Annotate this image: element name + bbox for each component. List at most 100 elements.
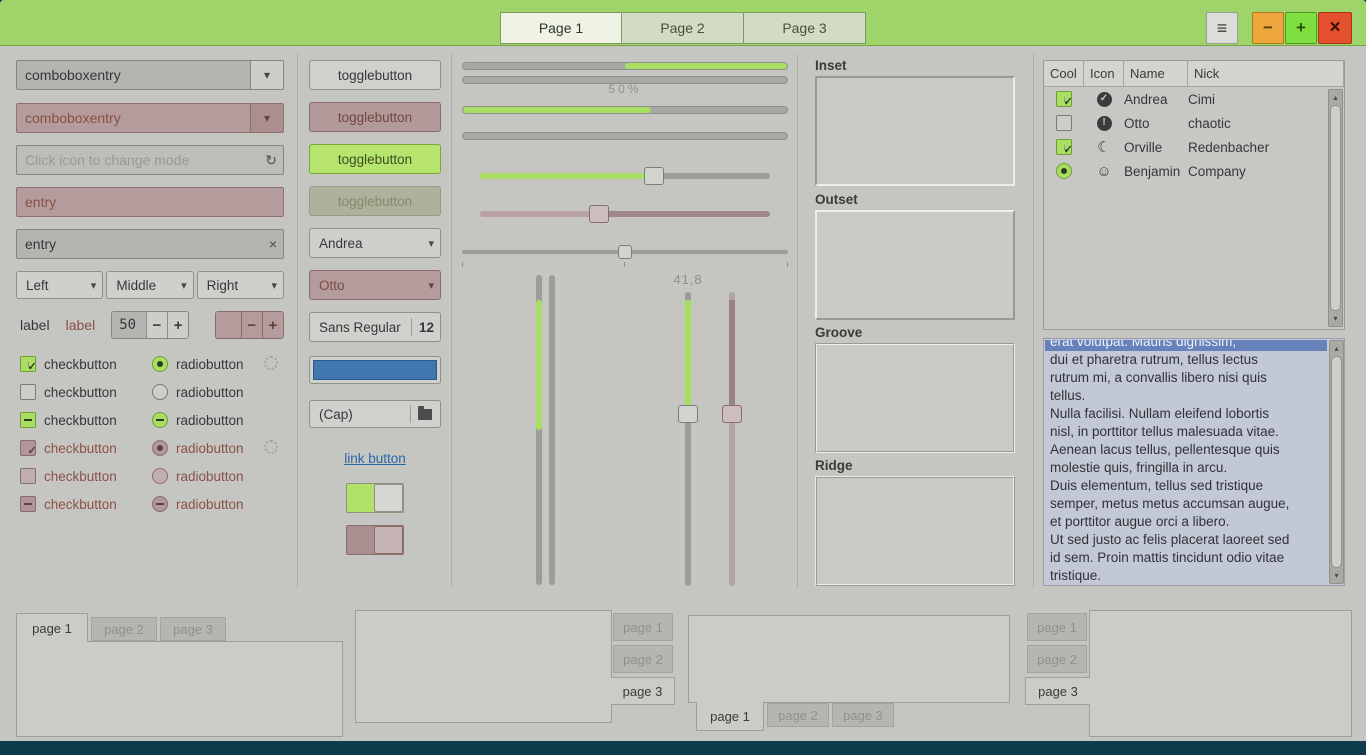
tab-page-3[interactable]: Page 3 <box>744 12 866 44</box>
checkbox-mixed[interactable] <box>20 412 36 428</box>
label-spin-row: label label 50 − + − + <box>16 311 284 339</box>
radio-checked[interactable] <box>152 356 168 372</box>
combobox-name[interactable]: Andrea ▾ <box>309 228 441 258</box>
vscale-rose <box>719 292 745 586</box>
scrollbar-thumb[interactable] <box>1330 105 1341 311</box>
hscale-marks[interactable] <box>462 242 788 262</box>
togglebutton-pressed[interactable]: togglebutton <box>309 102 441 132</box>
spinbutton-rose-value[interactable] <box>216 312 240 338</box>
clear-icon[interactable]: × <box>269 236 277 252</box>
close-button[interactable]: × <box>1318 12 1352 44</box>
file-chooser-button[interactable]: (Cap) <box>309 400 441 428</box>
togglebutton-normal[interactable]: togglebutton <box>309 60 441 90</box>
checkbutton-label: checkbutton <box>44 357 144 372</box>
frames-column: Inset Outset Groove Ridge <box>805 46 1033 596</box>
treeview: Cool Icon Name Nick ✓ ✓ Andrea Cimi ! Ot… <box>1043 60 1345 330</box>
font-button[interactable]: Sans Regular 12 <box>309 312 441 342</box>
mode-entry-input[interactable] <box>25 152 259 168</box>
combobox-middle[interactable]: Middle ▾ <box>106 271 193 299</box>
combobox-right[interactable]: Right ▾ <box>197 271 284 299</box>
progress-percent-label: 50% <box>460 82 790 96</box>
switch-handle[interactable] <box>374 484 403 512</box>
tab-page-2[interactable]: Page 2 <box>622 12 744 44</box>
position-combo-row: Left ▾ Middle ▾ Right ▾ <box>16 271 284 301</box>
switch-on[interactable] <box>346 483 404 513</box>
textview[interactable]: erat volutpat. Mauris dignissim, dui et … <box>1043 338 1345 586</box>
notebook-tab[interactable]: page 3 <box>1025 677 1090 705</box>
column-header-name[interactable]: Name <box>1124 61 1188 87</box>
checkbox-checked[interactable]: ✓ <box>1056 91 1072 107</box>
page-1-content: ▾ ▾ ↻ × <box>0 46 1366 596</box>
entries-column: ▾ ▾ ↻ × <box>16 46 284 596</box>
togglebutton-active[interactable]: togglebutton <box>309 144 441 174</box>
comboboxentry-dropdown-button[interactable]: ▾ <box>250 60 284 90</box>
scroll-down-icon[interactable]: ▾ <box>1330 569 1343 582</box>
spin-minus-button[interactable]: − <box>241 312 262 338</box>
checkbox-unchecked[interactable] <box>20 384 36 400</box>
checkbox-unchecked[interactable] <box>1056 115 1072 131</box>
clearable-entry-input[interactable] <box>25 236 263 252</box>
combobox-value: Right <box>207 278 268 293</box>
notebook-tab[interactable]: page 2 <box>613 645 673 673</box>
notebook-tab[interactable]: page 1 <box>696 702 764 731</box>
notebook-tab[interactable]: page 2 <box>767 703 829 727</box>
tree-scrollbar[interactable]: ▴ ▾ <box>1328 89 1343 327</box>
scale-handle[interactable] <box>618 245 632 259</box>
textview-body[interactable]: erat volutpat. Mauris dignissim, dui et … <box>1045 340 1327 584</box>
radio-unchecked[interactable] <box>152 384 168 400</box>
spin-minus-button[interactable]: − <box>146 312 167 338</box>
radio-checked[interactable] <box>1056 163 1072 179</box>
notebook-tab[interactable]: page 2 <box>1027 645 1087 673</box>
table-row[interactable]: ☺ Benjamin Company <box>1044 159 1344 183</box>
notebook-tab[interactable]: page 1 <box>1027 613 1087 641</box>
column-header-icon[interactable]: Icon <box>1084 61 1124 87</box>
table-row[interactable]: ! Otto chaotic <box>1044 111 1344 135</box>
notebook-tab[interactable]: page 3 <box>160 617 226 641</box>
text-scrollbar[interactable]: ▴ ▾ <box>1329 340 1344 584</box>
column-header-cool[interactable]: Cool <box>1044 61 1084 87</box>
scale-mark <box>462 262 463 267</box>
scroll-up-icon[interactable]: ▴ <box>1330 342 1343 355</box>
titlebar[interactable]: Page 1 Page 2 Page 3 ≡ − + × <box>0 0 1366 46</box>
notebook-tab[interactable]: page 2 <box>91 617 157 641</box>
scroll-down-icon[interactable]: ▾ <box>1329 312 1342 325</box>
notebook-tab[interactable]: page 3 <box>611 677 675 705</box>
cell-name: Otto <box>1124 116 1188 131</box>
progressbar-empty <box>462 132 788 140</box>
minimize-icon: − <box>1263 18 1273 38</box>
spinbutton-value[interactable]: 50 <box>112 312 146 338</box>
refresh-icon[interactable]: ↻ <box>265 152 277 169</box>
comboboxentry-rose-dropdown-button[interactable]: ▾ <box>250 103 284 133</box>
comboboxentry-rose-input[interactable] <box>25 110 244 126</box>
menu-button[interactable]: ≡ <box>1206 12 1238 44</box>
hscale-green[interactable] <box>480 166 770 186</box>
minimize-button[interactable]: − <box>1252 12 1284 44</box>
scale-handle[interactable] <box>644 167 664 185</box>
scale-handle[interactable] <box>678 405 698 423</box>
vscale-green[interactable] <box>675 292 701 586</box>
checkbox-checked[interactable]: ✓ <box>20 356 36 372</box>
spin-plus-button[interactable]: + <box>262 312 283 338</box>
tab-page-1[interactable]: Page 1 <box>500 12 622 44</box>
color-button[interactable] <box>309 356 441 384</box>
comboboxentry-input[interactable] <box>16 60 251 90</box>
spin-plus-button[interactable]: + <box>167 312 188 338</box>
table-row[interactable]: ✓ ☾ Orville Redenbacher <box>1044 135 1344 159</box>
separator <box>1033 54 1034 588</box>
maximize-button[interactable]: + <box>1285 12 1317 44</box>
column-header-nick[interactable]: Nick <box>1188 61 1344 87</box>
notebook-tab[interactable]: page 1 <box>613 613 673 641</box>
scroll-up-icon[interactable]: ▴ <box>1329 91 1342 104</box>
notebook-tab[interactable]: page 1 <box>16 613 88 642</box>
radio-mixed[interactable] <box>152 412 168 428</box>
rose-entry-input[interactable] <box>25 194 277 210</box>
combobox-left[interactable]: Left ▾ <box>16 271 103 299</box>
checkbox-checked[interactable]: ✓ <box>1056 139 1072 155</box>
link-button[interactable]: link button <box>309 451 441 466</box>
radiobutton-label-insensitive: radiobutton <box>176 497 282 512</box>
scrollbar-thumb[interactable] <box>1331 356 1342 568</box>
notebook-tab[interactable]: page 3 <box>832 703 894 727</box>
combobox-value: Left <box>26 278 87 293</box>
combobox-name-rose[interactable]: Otto ▾ <box>309 270 441 300</box>
table-row[interactable]: ✓ ✓ Andrea Cimi <box>1044 87 1344 111</box>
